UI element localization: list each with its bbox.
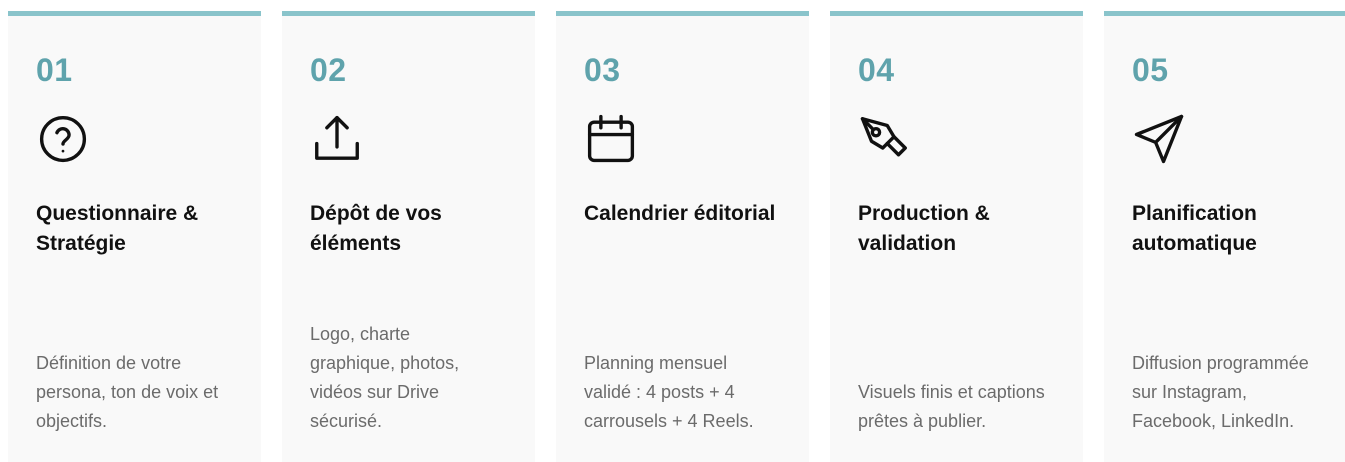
step-description: Logo, charte graphique, photos, vidéos s…: [310, 324, 460, 431]
step-number: 01: [36, 52, 73, 88]
send-icon: [1132, 112, 1186, 166]
help-circle-icon: [36, 112, 90, 166]
upload-icon: [310, 112, 364, 166]
step-title: Questionnaire & Stratégie: [36, 202, 199, 255]
step-card-calendrier: 03 Calendrier éditorial Planning mensuel…: [556, 11, 809, 462]
step-description: Visuels finis et captions prêtes à publi…: [858, 382, 1045, 431]
process-steps: 01 Questionnaire & Stratégie Définition …: [8, 11, 1345, 462]
step-number: 05: [1132, 52, 1169, 88]
step-card-depot: 02 Dépôt de vos éléments Logo, charte gr…: [282, 11, 535, 462]
step-description: Planning mensuel validé : 4 posts + 4 ca…: [584, 353, 754, 431]
step-title: Production & validation: [858, 202, 990, 255]
step-title: Dépôt de vos éléments: [310, 202, 442, 255]
pen-tool-icon: [858, 112, 912, 166]
step-card-planification: 05 Planification automatique Diffusion p…: [1104, 11, 1345, 462]
step-card-questionnaire: 01 Questionnaire & Stratégie Définition …: [8, 11, 261, 462]
step-title: Calendrier éditorial: [584, 202, 776, 225]
step-number: 02: [310, 52, 347, 88]
step-card-production: 04 Production & validation Visuels finis…: [830, 11, 1083, 462]
step-number: 03: [584, 52, 621, 88]
step-number: 04: [858, 52, 895, 88]
step-description: Diffusion programmée sur Instagram, Face…: [1132, 353, 1309, 431]
step-description: Définition de votre persona, ton de voix…: [36, 353, 219, 431]
step-title: Planification automatique: [1132, 202, 1257, 255]
calendar-icon: [584, 112, 638, 166]
